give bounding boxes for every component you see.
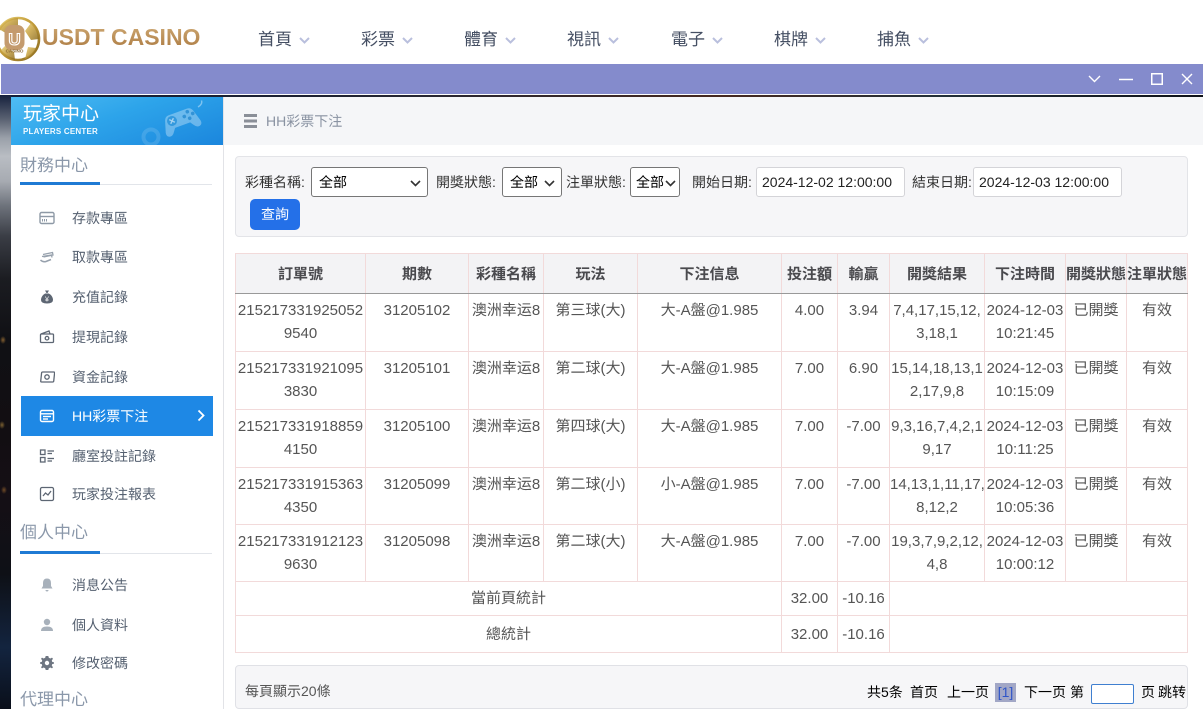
svg-text:¥: ¥ (45, 297, 49, 304)
svg-text:U: U (8, 30, 20, 49)
svg-text:CASINO: CASINO (6, 49, 24, 54)
